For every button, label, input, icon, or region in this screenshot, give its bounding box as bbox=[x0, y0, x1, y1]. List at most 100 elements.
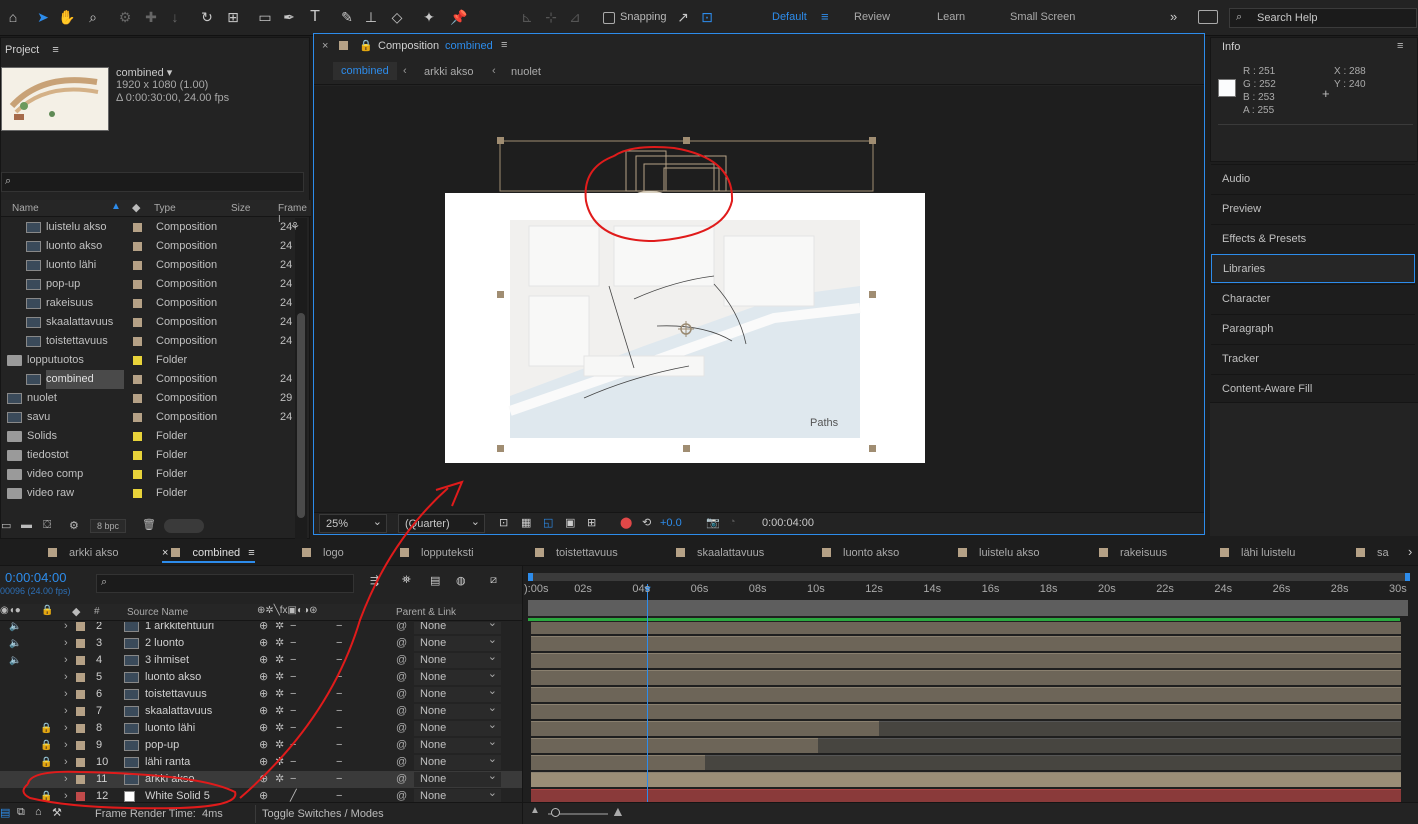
layer-switches-icon[interactable]: ▤ bbox=[0, 806, 10, 819]
composition-flowchart-icon[interactable]: ⇶ bbox=[370, 574, 379, 587]
comp-canvas[interactable]: Paths bbox=[314, 86, 1204, 512]
source-name-column[interactable]: Source Name bbox=[127, 607, 188, 618]
layer-row[interactable]: › 5 luonto akso ⊕ ✲ − − @ None bbox=[0, 667, 522, 686]
selection-tool-icon[interactable]: ➤ bbox=[34, 8, 52, 26]
motion-blur-switch-icon[interactable]: − bbox=[336, 686, 342, 703]
layer-name[interactable]: 2 luonto bbox=[145, 635, 184, 652]
project-item[interactable]: rakeisuus Composition 24 bbox=[1, 294, 311, 313]
panel-menu-icon[interactable]: ≡ bbox=[52, 44, 58, 56]
pen-tool-icon[interactable]: ✒ bbox=[280, 8, 298, 26]
layer-name[interactable]: White Solid 5 bbox=[145, 788, 210, 802]
puppet-pin-tool-icon[interactable]: 📌 bbox=[450, 8, 468, 26]
snapping-checkbox[interactable] bbox=[603, 12, 615, 24]
quality-switch-icon[interactable]: − bbox=[290, 622, 296, 635]
layer-row[interactable]: 🔒 › 10 lähi ranta ⊕ ✲ − − @ None bbox=[0, 752, 522, 771]
pick-whip-icon[interactable]: @ bbox=[396, 771, 407, 788]
motion-blur-switch-icon[interactable]: − bbox=[336, 788, 342, 802]
breadcrumb-combined[interactable]: combined bbox=[333, 62, 397, 80]
panel-audio[interactable]: Audio bbox=[1211, 164, 1415, 193]
expand-chevron-icon[interactable]: › bbox=[64, 686, 68, 703]
expand-chevron-icon[interactable]: › bbox=[64, 771, 68, 788]
layer-name[interactable]: luonto lähi bbox=[145, 720, 195, 737]
layer-label-color[interactable] bbox=[76, 639, 85, 648]
quality-switch-icon[interactable]: − bbox=[290, 652, 296, 669]
orbit-tool-icon[interactable]: ⚙ bbox=[116, 8, 134, 26]
sync-settings-icon[interactable] bbox=[1198, 10, 1218, 24]
zoom-slider-thumb[interactable] bbox=[551, 808, 560, 817]
timeline-tab[interactable]: toistettavuus bbox=[535, 545, 618, 563]
shy-switch-icon[interactable]: ⊕ bbox=[259, 635, 268, 652]
sort-ascending-icon[interactable]: ▲ bbox=[111, 201, 121, 212]
col-type[interactable]: Type bbox=[154, 203, 176, 214]
trash-icon[interactable]: 🗑 bbox=[142, 518, 156, 531]
graph-editor-icon[interactable]: ⧄ bbox=[490, 574, 497, 587]
pick-whip-icon[interactable]: @ bbox=[396, 652, 407, 669]
time-stretch-icon[interactable]: ⚒ bbox=[52, 806, 62, 819]
shy-switch-icon[interactable]: ⊕ bbox=[259, 771, 268, 788]
layer-duration-bar[interactable] bbox=[531, 653, 1401, 668]
quality-switch-icon[interactable]: − bbox=[290, 771, 296, 788]
eraser-tool-icon[interactable]: ◇ bbox=[388, 8, 406, 26]
axis-world-icon[interactable]: ⊹ bbox=[542, 8, 560, 26]
project-item[interactable]: tiedostot Folder bbox=[1, 446, 311, 465]
layer-label-color[interactable] bbox=[76, 724, 85, 733]
panel-content-aware-fill[interactable]: Content-Aware Fill bbox=[1211, 374, 1415, 403]
zoom-dropdown[interactable]: 25% ⌄ bbox=[319, 514, 387, 533]
timeline-tab[interactable]: sa bbox=[1356, 545, 1389, 563]
panel-menu-icon[interactable]: ≡ bbox=[501, 39, 507, 51]
lock-icon[interactable]: 🔒 bbox=[40, 754, 52, 771]
project-item[interactable]: toistettavuus Composition 24 bbox=[1, 332, 311, 351]
project-item[interactable]: nuolet Composition 29 bbox=[1, 389, 311, 408]
layer-duration-bar[interactable] bbox=[531, 687, 1401, 702]
expand-chevron-icon[interactable]: › bbox=[64, 635, 68, 652]
timeline-tab[interactable]: × combined ≡ bbox=[162, 545, 255, 563]
grid-guides-icon[interactable]: ⊞ bbox=[587, 516, 596, 529]
more-tabs-icon[interactable]: › bbox=[1408, 544, 1412, 559]
mask-visibility-icon[interactable]: ◱ bbox=[543, 516, 553, 529]
label-swatch[interactable] bbox=[133, 280, 142, 289]
panel-paragraph[interactable]: Paragraph bbox=[1211, 314, 1415, 343]
exposure-value[interactable]: +0.0 bbox=[660, 517, 682, 529]
quality-switch-icon[interactable]: − bbox=[290, 703, 296, 720]
collapse-switch-icon[interactable]: ✲ bbox=[275, 703, 284, 720]
expand-chevron-icon[interactable]: › bbox=[64, 788, 68, 802]
motion-blur-switch-icon[interactable]: − bbox=[336, 622, 342, 635]
motion-blur-switch-icon[interactable]: − bbox=[336, 771, 342, 788]
layer-row[interactable]: 🔒 › 8 luonto lähi ⊕ ✲ − − @ None bbox=[0, 718, 522, 737]
collapse-switch-icon[interactable]: ✲ bbox=[275, 635, 284, 652]
transfer-controls-icon[interactable]: ⧉ bbox=[17, 806, 25, 819]
layer-name[interactable]: lähi ranta bbox=[145, 754, 190, 771]
label-swatch[interactable] bbox=[133, 413, 142, 422]
expand-chevron-icon[interactable]: › bbox=[64, 652, 68, 669]
expand-chevron-icon[interactable]: › bbox=[64, 754, 68, 771]
project-item[interactable]: lopputuotos Folder bbox=[1, 351, 311, 370]
motion-blur-switch-icon[interactable]: − bbox=[336, 703, 342, 720]
work-area-bar[interactable] bbox=[528, 600, 1408, 616]
label-swatch[interactable] bbox=[133, 242, 142, 251]
toggle-switches-modes[interactable]: Toggle Switches / Modes bbox=[255, 805, 390, 823]
expand-chevron-icon[interactable]: › bbox=[64, 703, 68, 720]
timeline-search-input[interactable]: ⌕ bbox=[96, 574, 354, 593]
layer-label-color[interactable] bbox=[76, 775, 85, 784]
rectangle-tool-icon[interactable]: ▭ bbox=[256, 8, 274, 26]
quality-switch-icon[interactable]: ╱ bbox=[290, 788, 297, 802]
pick-whip-icon[interactable]: @ bbox=[396, 754, 407, 771]
in-out-icon[interactable]: ⌂ bbox=[35, 806, 42, 818]
layer-label-color[interactable] bbox=[76, 792, 85, 801]
project-item[interactable]: video comp Folder bbox=[1, 465, 311, 484]
collapse-switch-icon[interactable]: ✲ bbox=[275, 720, 284, 737]
timeline-tab[interactable]: rakeisuus bbox=[1099, 545, 1167, 563]
type-tool-icon[interactable]: T bbox=[306, 8, 324, 26]
navigator-start-handle[interactable] bbox=[528, 573, 533, 581]
lock-icon[interactable]: 🔒 bbox=[40, 720, 52, 737]
layer-label-color[interactable] bbox=[76, 673, 85, 682]
current-time-display[interactable]: 0:00:04:00 bbox=[762, 517, 814, 529]
panel-menu-icon[interactable]: ≡ bbox=[248, 547, 254, 559]
expand-chevron-icon[interactable]: › bbox=[64, 622, 68, 635]
layer-label-color[interactable] bbox=[76, 690, 85, 699]
motion-blur-icon[interactable]: ◍ bbox=[456, 574, 466, 587]
workspace-learn[interactable]: Learn bbox=[937, 11, 965, 23]
close-icon[interactable]: × bbox=[162, 547, 171, 559]
time-navigator[interactable] bbox=[528, 573, 1410, 581]
collapse-switch-icon[interactable]: ✲ bbox=[275, 652, 284, 669]
